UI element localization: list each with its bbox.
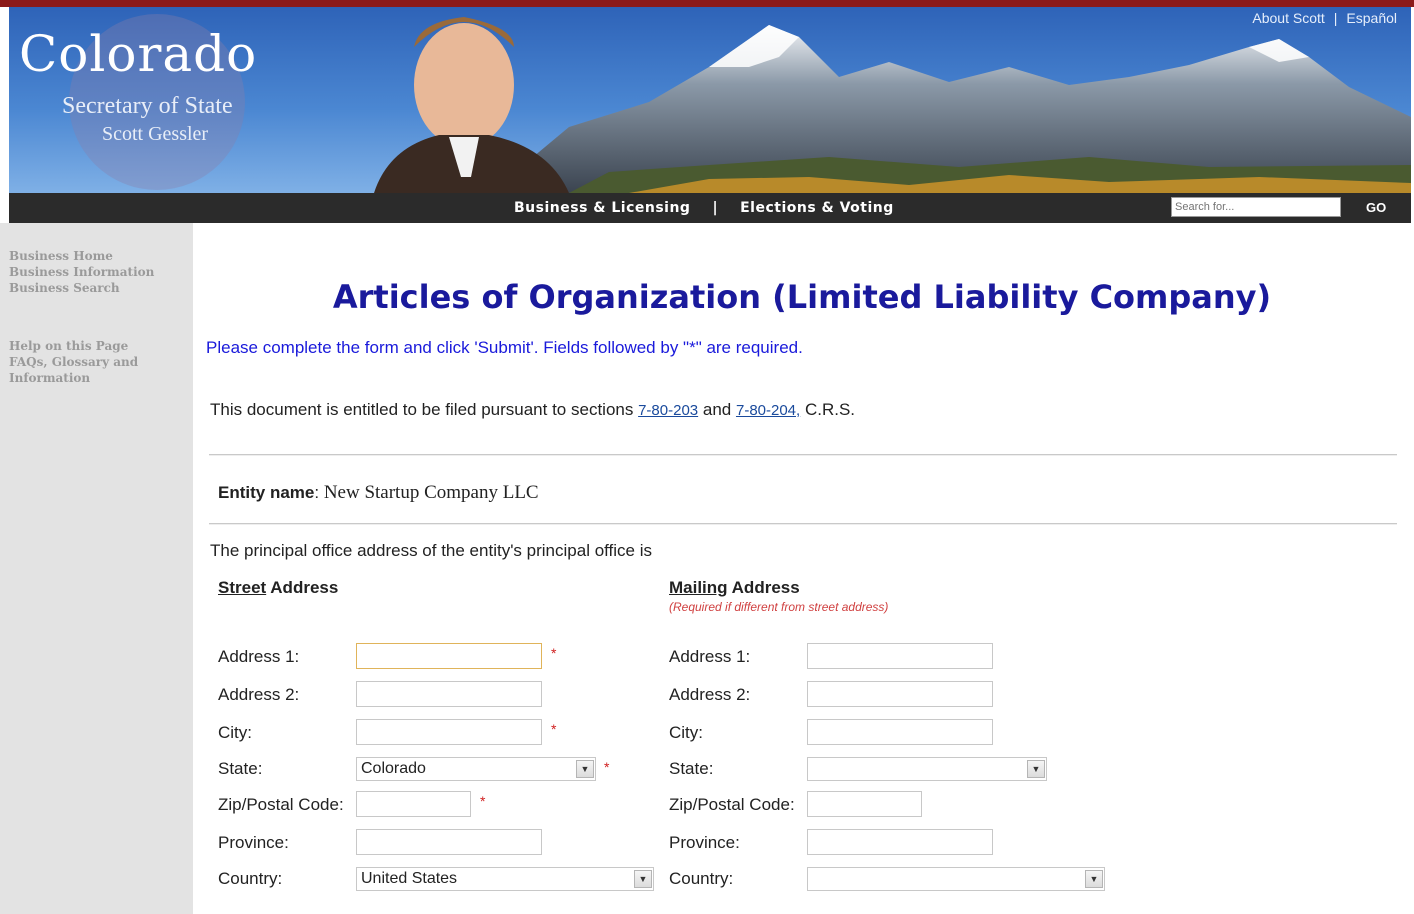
required-mark: *	[551, 645, 557, 661]
principal-office-text: The principal office address of the enti…	[210, 541, 653, 560]
mailing-city-input[interactable]	[807, 719, 993, 745]
street-zip-label: Zip/Postal Code:	[218, 795, 344, 814]
street-state-value: Colorado	[361, 760, 426, 777]
entity-name-value: New Startup Company LLC	[323, 482, 539, 503]
top-link-separator: |	[1333, 10, 1338, 26]
sidebar-group-help: Help on this Page FAQs, Glossary and Inf…	[0, 338, 180, 386]
street-city-input[interactable]	[356, 719, 542, 745]
mailing-heading-rest: Address	[727, 578, 800, 597]
street-zip-input[interactable]	[356, 791, 471, 817]
legal-prefix: This document is entitled to be filed pu…	[210, 400, 634, 419]
about-scott-link[interactable]: About Scott	[1252, 10, 1324, 26]
street-country-label: Country:	[218, 869, 283, 888]
street-province-input[interactable]	[356, 829, 542, 855]
mailing-city-label: City:	[669, 723, 703, 742]
nav-business-licensing[interactable]: Business & Licensing	[514, 200, 690, 216]
search-input[interactable]	[1171, 197, 1341, 217]
street-country-value: United States	[361, 870, 458, 887]
mailing-address2-input[interactable]	[807, 681, 993, 707]
street-address2-label: Address 2:	[218, 685, 300, 704]
required-mark: *	[480, 793, 486, 809]
nav-bar: Business & Licensing | Elections & Voting …	[9, 193, 1411, 223]
legal-and: and	[702, 400, 732, 419]
mailing-zip-label: Zip/Postal Code:	[669, 795, 795, 814]
go-button[interactable]: GO	[1366, 200, 1386, 215]
required-mark: *	[604, 759, 610, 775]
street-state-select[interactable]: Colorado ▼	[356, 757, 596, 781]
mailing-province-label: Province:	[669, 833, 740, 852]
sidebar-item-help[interactable]: Help on this Page	[0, 338, 180, 354]
mailing-province-input[interactable]	[807, 829, 993, 855]
legal-suffix: C.R.S.	[804, 400, 855, 419]
sidebar-item-business-home[interactable]: Business Home	[0, 248, 154, 264]
street-address2-input[interactable]	[356, 681, 542, 707]
form-instructions: Please complete the form and click 'Subm…	[206, 338, 803, 357]
sidebar-item-faqs[interactable]: FAQs, Glossary and Information	[0, 354, 180, 386]
sidebar: Business Home Business Information Busin…	[0, 223, 193, 914]
mailing-address1-input[interactable]	[807, 643, 993, 669]
street-city-label: City:	[218, 723, 252, 742]
espanol-link[interactable]: Español	[1346, 10, 1397, 26]
chevron-down-icon[interactable]: ▼	[576, 760, 594, 778]
street-state-label: State:	[218, 759, 263, 778]
logo-title: Colorado	[19, 25, 258, 83]
mailing-required-note: (Required if different from street addre…	[669, 600, 889, 614]
chevron-down-icon[interactable]: ▼	[1085, 870, 1103, 888]
mailing-address2-label: Address 2:	[669, 685, 751, 704]
street-province-label: Province:	[218, 833, 289, 852]
mailing-state-label: State:	[669, 759, 714, 778]
mailing-address1-label: Address 1:	[669, 647, 751, 666]
header-banner: Colorado Secretary of State Scott Gessle…	[9, 7, 1411, 193]
top-stripe	[0, 0, 1414, 7]
street-address1-input[interactable]	[356, 643, 542, 669]
mailing-zip-input[interactable]	[807, 791, 922, 817]
entity-name-label: Entity name	[218, 483, 315, 502]
chevron-down-icon[interactable]: ▼	[1027, 760, 1045, 778]
street-heading-rest: Address	[266, 578, 339, 597]
logo-name: Scott Gessler	[102, 123, 209, 145]
street-address1-label: Address 1:	[218, 647, 300, 666]
mailing-address-heading: Mailing Address	[669, 578, 800, 598]
nav-elections-voting[interactable]: Elections & Voting	[740, 200, 894, 216]
statute-link-7-80-203[interactable]: 7-80-203	[638, 402, 698, 419]
page-title: Articles of Organization (Limited Liabil…	[332, 278, 1272, 316]
chevron-down-icon[interactable]: ▼	[634, 870, 652, 888]
mailing-country-label: Country:	[669, 869, 734, 888]
nav-links: Business & Licensing | Elections & Voting	[514, 200, 894, 216]
nav-separator: |	[712, 200, 719, 216]
top-links: About Scott | Español	[1252, 10, 1397, 26]
entity-name-row: Entity name: New Startup Company LLC	[218, 482, 539, 503]
mailing-heading-underlined: Mailing	[669, 578, 728, 597]
required-mark: *	[551, 721, 557, 737]
street-address-heading: Street Address	[218, 578, 338, 598]
street-heading-underlined: Street	[218, 578, 267, 597]
logo-subtitle: Secretary of State	[62, 93, 233, 119]
mailing-state-select[interactable]: ▼	[807, 757, 1047, 781]
street-country-select[interactable]: United States ▼	[356, 867, 654, 891]
divider	[209, 454, 1397, 456]
statute-link-7-80-204[interactable]: 7-80-204,	[736, 402, 800, 419]
divider	[209, 523, 1397, 525]
mailing-country-select[interactable]: ▼	[807, 867, 1105, 891]
legal-statement: This document is entitled to be filed pu…	[210, 400, 855, 420]
